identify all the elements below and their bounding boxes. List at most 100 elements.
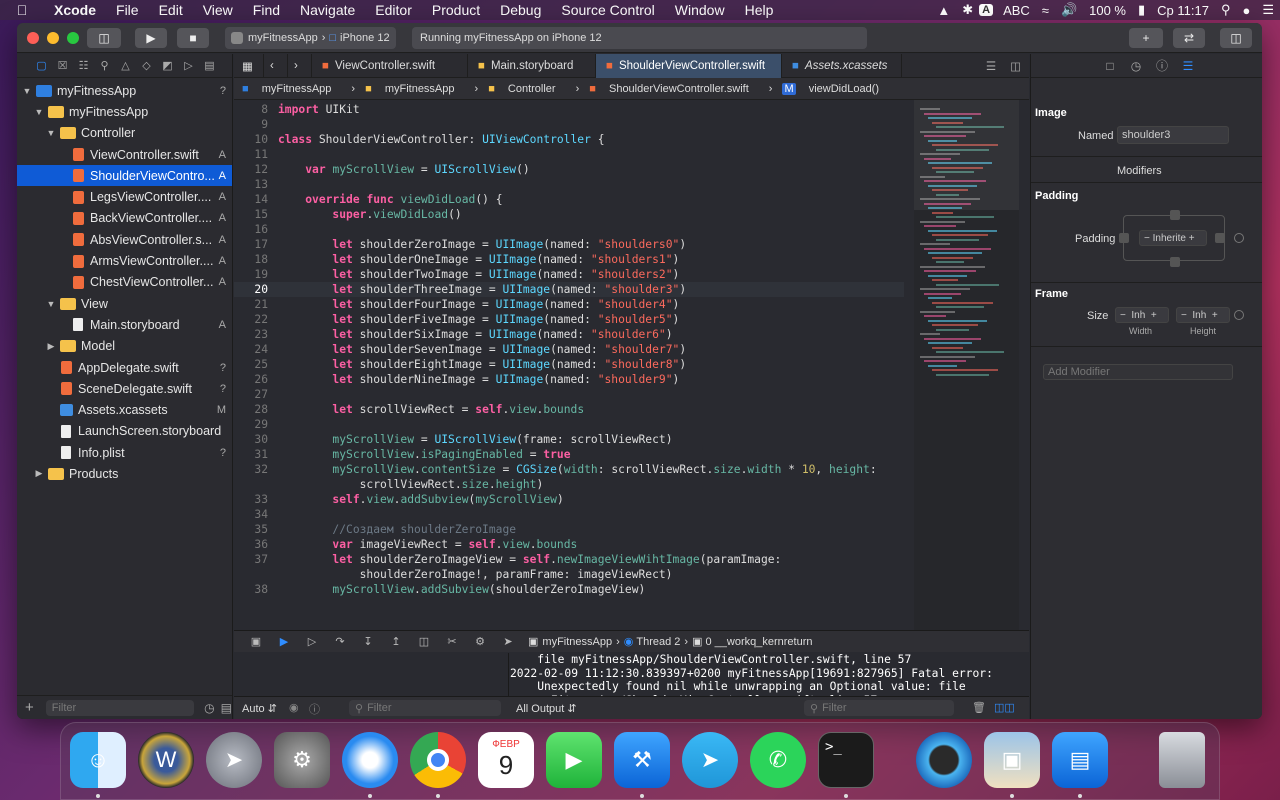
eye-icon[interactable]: ◉ — [289, 701, 299, 714]
code-line[interactable]: scrollViewRect.size.height) — [234, 477, 904, 492]
tree-item-file[interactable]: ViewController.swift A — [17, 144, 232, 165]
debug-thread[interactable]: Thread 2 — [636, 636, 680, 648]
editor-options-icon[interactable]: ☰ — [986, 59, 996, 73]
search-icon[interactable]: ⚲ — [94, 59, 115, 72]
breakpoints-toggle-icon[interactable]: ▶ — [270, 635, 298, 648]
width-stepper[interactable]: − Inh + — [1115, 307, 1169, 323]
line-number[interactable]: 18 — [234, 252, 268, 267]
code-line[interactable]: 25 let shoulderEightImage = UIImage(name… — [234, 357, 904, 372]
tree-item-file[interactable]: SceneDelegate.swift? — [17, 378, 232, 399]
safari-icon[interactable]: ✦ — [342, 732, 398, 788]
toggle-navigator-button[interactable]: ◫ — [87, 28, 121, 48]
code-line[interactable]: 23 let shoulderSixImage = UIImage(named:… — [234, 327, 904, 342]
minimize-window-button[interactable] — [47, 32, 59, 44]
tab-viewcontroller[interactable]: ■ ViewController.swift — [312, 53, 468, 78]
step-over-icon[interactable]: ↷ — [326, 635, 354, 648]
line-number[interactable]: 10 — [234, 132, 268, 147]
close-window-button[interactable] — [27, 32, 39, 44]
scheme-selector[interactable]: myFitnessApp › □ iPhone 12 — [225, 27, 396, 49]
line-number[interactable]: 38 — [234, 582, 268, 597]
disclosure-down-icon[interactable]: ▼ — [45, 128, 57, 138]
image-name-field[interactable]: shoulder3 — [1117, 126, 1229, 144]
chrome-icon[interactable] — [410, 732, 466, 788]
tab-assets[interactable]: ■ Assets.xcassets — [782, 53, 902, 78]
code-line[interactable]: 35 //Создаем shoulderZeroImage — [234, 522, 904, 537]
clock[interactable]: Ср 11:17 — [1151, 3, 1215, 18]
line-number[interactable]: 32 — [234, 462, 268, 477]
breakpoint-icon[interactable]: ▷ — [178, 59, 199, 72]
debug-frame[interactable]: 0 __workq_kernreturn — [706, 636, 813, 648]
code-line[interactable]: 37 let shoulderZeroImageView = self.newI… — [234, 552, 904, 567]
disclosure-right-icon[interactable]: ▶ — [45, 341, 57, 352]
jump-project[interactable]: ■ myFitnessApp — [242, 83, 341, 95]
terminal-icon[interactable]: >_ — [818, 732, 874, 788]
code-line[interactable]: 11 — [234, 147, 904, 162]
menu-app-name[interactable]: Xcode — [44, 2, 106, 18]
grid-icon[interactable]: ▦ — [234, 53, 264, 78]
code-line[interactable]: 13 — [234, 177, 904, 192]
line-number[interactable]: 35 — [234, 522, 268, 537]
tree-item-file[interactable]: AbsViewController.s... A — [17, 229, 232, 250]
line-number[interactable]: 26 — [234, 372, 268, 387]
line-number[interactable]: 14 — [234, 192, 268, 207]
preview-icon[interactable]: ▣ — [984, 732, 1040, 788]
code-line[interactable]: 33 self.view.addSubview(myScrollView) — [234, 492, 904, 507]
code-line[interactable]: 10 class ShoulderViewController: UIViewCo… — [234, 132, 904, 147]
menu-editor[interactable]: Editor — [365, 2, 422, 18]
tree-item-file[interactable]: Assets.xcassets M — [17, 399, 232, 420]
facetime-icon[interactable]: ▶ — [546, 732, 602, 788]
minimap[interactable] — [914, 100, 1019, 630]
line-number[interactable]: 25 — [234, 357, 268, 372]
continue-icon[interactable]: ▷ — [298, 635, 326, 648]
line-number[interactable]: 21 — [234, 297, 268, 312]
tree-item-file[interactable]: AppDelegate.swift? — [17, 357, 232, 378]
symbol-icon[interactable]: ☷ — [73, 59, 94, 72]
line-number[interactable]: 37 — [234, 552, 268, 567]
line-number[interactable]: 11 — [234, 147, 268, 162]
line-number[interactable]: 33 — [234, 492, 268, 507]
height-stepper[interactable]: − Inh + — [1176, 307, 1230, 323]
code-line[interactable]: 34 — [234, 507, 904, 522]
console-filter-input[interactable]: ⚲ Filter — [804, 700, 954, 716]
battery-icon[interactable]: ▮ — [1132, 2, 1151, 18]
line-number[interactable]: 13 — [234, 177, 268, 192]
tab-shoulderviewcontroller[interactable]: ■ ShoulderViewController.swift — [596, 53, 782, 78]
disclosure-right-icon[interactable]: ▶ — [33, 468, 45, 479]
spotlight-icon[interactable]: ⚲ — [1215, 2, 1237, 18]
tree-item-view[interactable]: ▼ View — [17, 293, 232, 314]
code-line[interactable]: 27 — [234, 387, 904, 402]
menu-source-control[interactable]: Source Control — [551, 2, 664, 18]
line-number[interactable]: 22 — [234, 312, 268, 327]
navigator-filter-input[interactable]: Filter — [45, 699, 195, 716]
code-line[interactable]: 26 let shoulderNineImage = UIImage(named… — [234, 372, 904, 387]
menu-window[interactable]: Window — [665, 2, 735, 18]
frame-radio[interactable] — [1234, 310, 1244, 320]
code-line[interactable]: 36 var imageViewRect = self.view.bounds — [234, 537, 904, 552]
plus-icon[interactable]: + — [1145, 310, 1157, 321]
launchpad-icon[interactable]: ➤ — [206, 732, 262, 788]
minus-icon[interactable]: − — [1181, 310, 1192, 321]
file-inspector-icon[interactable]: □ — [1097, 59, 1123, 73]
code-line[interactable]: 30 myScrollView = UIScrollView(frame: sc… — [234, 432, 904, 447]
menu-debug[interactable]: Debug — [490, 2, 551, 18]
code-line[interactable]: 31 myScrollView.isPagingEnabled = true — [234, 447, 904, 462]
jump-method[interactable]: M viewDidLoad() — [782, 82, 889, 95]
plus-icon[interactable]: + — [1186, 233, 1195, 244]
run-button[interactable]: ▶ — [135, 28, 167, 48]
tree-item-file[interactable]: ChestViewController... A — [17, 272, 232, 293]
trash-icon[interactable]: 🗑 — [972, 701, 986, 714]
code-line[interactable]: 22 let shoulderFiveImage = UIImage(named… — [234, 312, 904, 327]
line-number[interactable]: 24 — [234, 342, 268, 357]
code-line[interactable]: 18 let shoulderOneImage = UIImage(named:… — [234, 252, 904, 267]
code-line[interactable]: 21 let shoulderFourImage = UIImage(named… — [234, 297, 904, 312]
line-number[interactable]: 34 — [234, 507, 268, 522]
code-line[interactable]: 32 myScrollView.contentSize = CGSize(wid… — [234, 462, 904, 477]
tree-item-file[interactable]: LaunchScreen.storyboard — [17, 421, 232, 442]
code-review-button[interactable]: ⇄ — [1173, 28, 1205, 48]
code-line[interactable]: 20 let shoulderThreeImage = UIImage(name… — [234, 282, 904, 297]
user-avatar-icon[interactable]: ● — [1236, 3, 1256, 18]
step-out-icon[interactable]: ↥ — [382, 635, 410, 648]
trash-icon[interactable] — [1159, 732, 1205, 788]
variables-filter-input[interactable]: ⚲ Filter — [349, 700, 501, 716]
input-source-label[interactable]: ABC — [997, 3, 1036, 18]
